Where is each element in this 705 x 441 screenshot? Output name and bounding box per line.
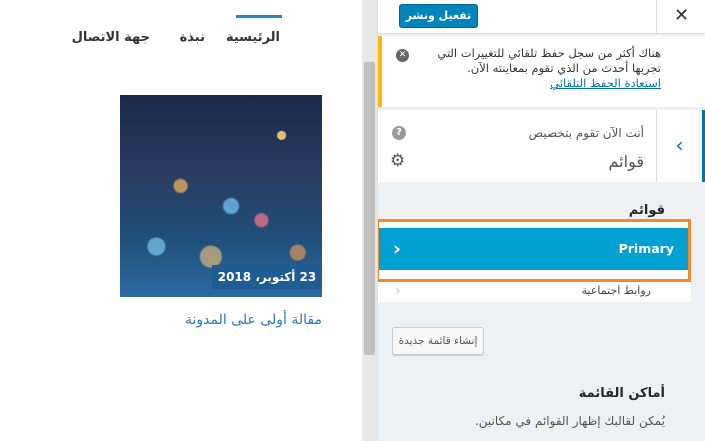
chevron-left-icon: ‹ (393, 238, 401, 260)
primary-menu-highlight: Primary ‹ (378, 219, 691, 282)
create-menu-button[interactable]: إنشاء قائمة جديدة (392, 327, 484, 355)
site-preview: الرئيسية نبذة جهة الاتصال 23 أكتوبر، 201… (0, 0, 362, 441)
post-title-link[interactable]: مقالة أولى على المدونة (120, 312, 322, 328)
nav-item-home[interactable]: الرئيسية (226, 30, 280, 45)
help-icon[interactable]: ? (392, 126, 406, 140)
post-date-badge: 23 أكتوبر، 2018 (212, 265, 322, 289)
menus-heading: قوائم (628, 203, 665, 218)
customizing-caption: أنت الآن تقوم بتخصيص (528, 126, 644, 140)
menu-locations-heading: أماكن القائمة (578, 386, 665, 401)
chevron-left-icon: ‹ (395, 283, 401, 299)
autosave-notice: هناك أكثر من سجل حفظ تلقائي للتغييرات ال… (378, 36, 705, 107)
section-header: › أنت الآن تقوم بتخصيص قوائم ? ⚙ (378, 110, 705, 182)
dismiss-notice-icon[interactable]: ✕ (396, 49, 409, 62)
back-chevron-icon[interactable]: › (656, 110, 705, 182)
gear-icon[interactable]: ⚙ (390, 152, 405, 170)
menu-locations-description: يُمكن لقالبك إظهار القوائم في مكانين. (474, 414, 665, 428)
restore-autosave-link[interactable]: استعادة الحفظ التلقائي (421, 76, 661, 91)
menu-item-primary[interactable]: Primary ‹ (379, 228, 688, 270)
menu-item-social[interactable]: روابط اجتماعية ‹ (378, 282, 691, 302)
menu-item-label: روابط اجتماعية (581, 284, 651, 297)
notice-message: هناك أكثر من سجل حفظ تلقائي للتغييرات ال… (421, 46, 661, 91)
notice-text: هناك أكثر من سجل حفظ تلقائي للتغييرات ال… (437, 46, 661, 75)
scrollbar-thumb[interactable] (364, 62, 375, 355)
menu-item-label: Primary (618, 241, 674, 256)
preview-scrollbar[interactable] (362, 0, 377, 441)
nav-item-contact[interactable]: جهة الاتصال (72, 30, 150, 45)
customizer-header: ✕ تفعيل ونشر (378, 0, 705, 34)
nav-item-about[interactable]: نبذة (180, 30, 205, 45)
customizer-panel: ✕ تفعيل ونشر هناك أكثر من سجل حفظ تلقائي… (377, 0, 705, 441)
close-icon[interactable]: ✕ (656, 0, 705, 34)
section-title: قوائم (608, 152, 644, 171)
publish-button[interactable]: تفعيل ونشر (399, 4, 478, 28)
nav-active-indicator (236, 15, 282, 18)
